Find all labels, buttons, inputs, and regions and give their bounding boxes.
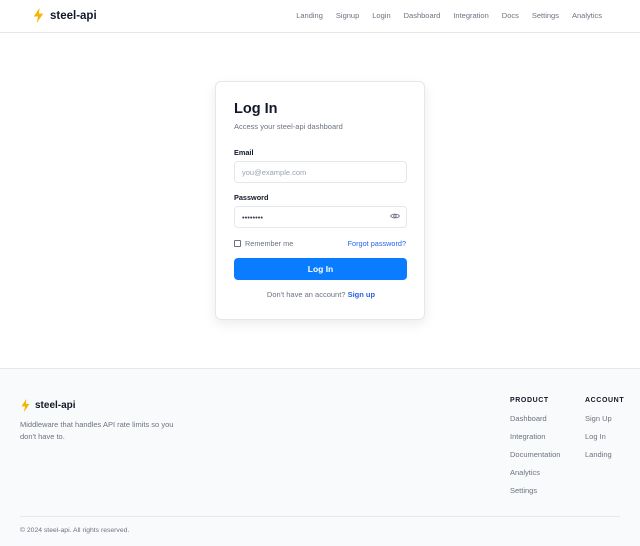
nav-analytics[interactable]: Analytics bbox=[572, 11, 602, 20]
nav-docs[interactable]: Docs bbox=[502, 11, 519, 20]
footer-brand-name: steel-api bbox=[35, 400, 76, 411]
eye-icon[interactable] bbox=[390, 212, 400, 220]
footer-link-login[interactable]: Log In bbox=[585, 432, 624, 441]
nav-login[interactable]: Login bbox=[372, 11, 390, 20]
footer-account-heading: ACCOUNT bbox=[585, 397, 625, 404]
footer-link-signup[interactable]: Sign Up bbox=[585, 414, 624, 423]
footer-brand[interactable]: steel-api bbox=[20, 399, 76, 412]
footer-copyright: © 2024 steel-api. All rights reserved. bbox=[20, 527, 130, 534]
footer-divider bbox=[20, 516, 620, 517]
lightning-bolt-icon bbox=[21, 399, 30, 412]
email-label: Email bbox=[234, 148, 254, 157]
top-nav: Landing Signup Login Dashboard Integrati… bbox=[296, 11, 602, 20]
footer-link-dashboard[interactable]: Dashboard bbox=[510, 414, 560, 423]
site-footer: steel-api Middleware that handles API ra… bbox=[0, 368, 640, 546]
signup-prompt: Don't have an account? Sign up bbox=[216, 290, 426, 299]
nav-dashboard[interactable]: Dashboard bbox=[404, 11, 441, 20]
brand-name: steel-api bbox=[50, 9, 97, 22]
lightning-bolt-icon bbox=[33, 8, 44, 23]
remember-checkbox[interactable] bbox=[234, 240, 241, 247]
footer-link-integration[interactable]: Integration bbox=[510, 432, 560, 441]
footer-link-settings[interactable]: Settings bbox=[510, 486, 560, 495]
login-subtitle: Access your steel-api dashboard bbox=[234, 122, 343, 131]
signup-link[interactable]: Sign up bbox=[348, 290, 376, 299]
password-input[interactable] bbox=[234, 206, 407, 228]
nav-landing[interactable]: Landing bbox=[296, 11, 323, 20]
site-header: steel-api Landing Signup Login Dashboard… bbox=[0, 0, 640, 33]
footer-account-column: ACCOUNT Sign Up Log In Landing bbox=[585, 397, 624, 468]
forgot-password-link[interactable]: Forgot password? bbox=[348, 239, 406, 248]
footer-product-heading: PRODUCT bbox=[510, 397, 549, 404]
login-card: Log In Access your steel-api dashboard E… bbox=[215, 81, 425, 320]
brand-logo[interactable]: steel-api bbox=[32, 8, 97, 23]
login-button[interactable]: Log In bbox=[234, 258, 407, 280]
footer-product-column: PRODUCT Dashboard Integration Documentat… bbox=[510, 397, 560, 504]
footer-link-documentation[interactable]: Documentation bbox=[510, 450, 560, 459]
nav-integration[interactable]: Integration bbox=[453, 11, 488, 20]
login-title: Log In bbox=[234, 101, 278, 117]
remember-me[interactable]: Remember me bbox=[234, 239, 293, 248]
nav-settings[interactable]: Settings bbox=[532, 11, 559, 20]
footer-link-landing[interactable]: Landing bbox=[585, 450, 624, 459]
no-account-text: Don't have an account? bbox=[266, 290, 346, 299]
email-input[interactable] bbox=[234, 161, 407, 183]
footer-description: Middleware that handles API rate limits … bbox=[20, 420, 174, 441]
remember-label: Remember me bbox=[245, 239, 294, 248]
nav-signup[interactable]: Signup bbox=[336, 11, 359, 20]
footer-link-analytics[interactable]: Analytics bbox=[510, 468, 560, 477]
password-label: Password bbox=[234, 193, 269, 202]
